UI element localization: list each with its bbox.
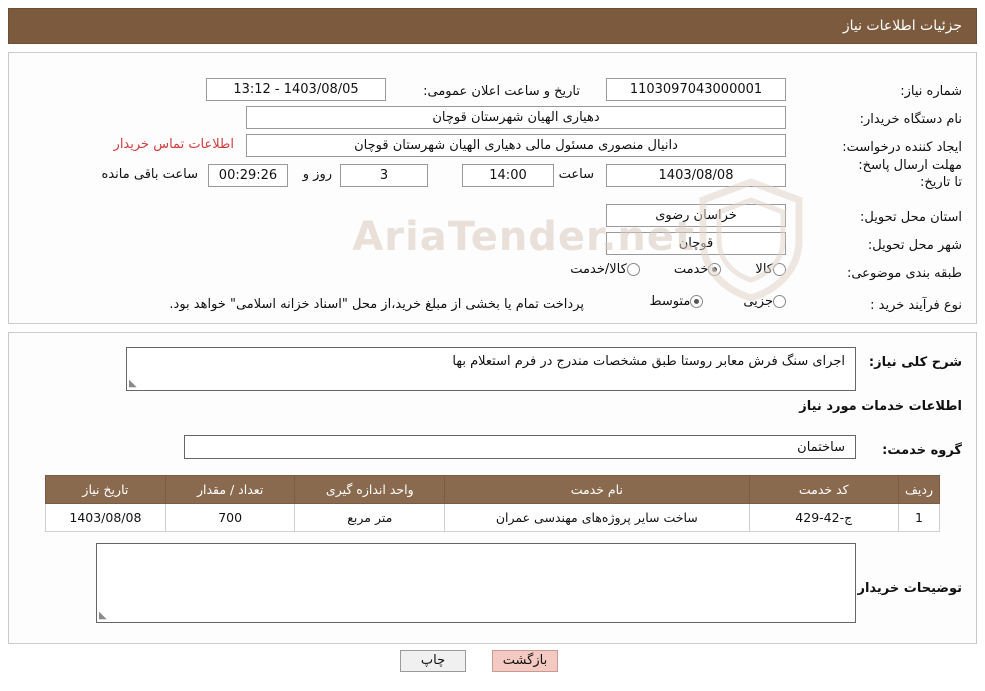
province-label: استان محل تحویل: — [860, 209, 962, 225]
resize-handle-icon[interactable]: ◣ — [129, 379, 139, 389]
back-button[interactable]: بازگشت — [492, 650, 558, 672]
remaining-days-label: روز و — [302, 167, 332, 182]
cell-date: 1403/08/08 — [45, 503, 166, 532]
services-section-title: اطلاعات خدمات مورد نیاز — [799, 399, 962, 414]
province-value: خراسان رضوی — [606, 204, 786, 227]
cell-unit: متر مربع — [294, 503, 446, 532]
requester-label-row: ایجاد کننده درخواست: — [842, 135, 962, 159]
category-label-khedmat: خدمت — [673, 262, 709, 277]
th-code: کد خدمت — [748, 475, 899, 504]
deadline-date-value: 1403/08/08 — [606, 164, 786, 187]
cell-code: ج-42-429 — [748, 503, 899, 532]
process-radio-group[interactable]: جزیی متوسط — [639, 294, 786, 309]
service-group-value: ساختمان — [184, 435, 856, 459]
th-unit: واحد اندازه گیری — [294, 475, 446, 504]
services-table: ردیف کد خدمت نام خدمت واحد اندازه گیری ت… — [45, 475, 941, 532]
category-label: طبقه بندی موضوعی: — [846, 265, 962, 281]
announce-datetime-label-row: تاریخ و ساعت اعلان عمومی: — [423, 79, 580, 103]
deadline-hour-label: ساعت — [558, 167, 594, 182]
need-number-value: 1103097043000001 — [606, 78, 786, 101]
category-radio-group[interactable]: کالا خدمت کالا/خدمت — [560, 262, 786, 277]
process-label-jozei: جزیی — [743, 294, 773, 309]
process-note: پرداخت تمام یا بخشی از مبلغ خرید،از محل … — [169, 297, 584, 312]
deadline-label: مهلت ارسال پاسخ: تا تاریخ: — [858, 158, 962, 190]
buyer-org-value: دهیاری الهیان شهرستان قوچان — [246, 106, 786, 129]
page-root: جزئیات اطلاعات نیاز شماره نیاز: 11030970… — [0, 0, 985, 691]
cell-row: 1 — [897, 503, 941, 532]
city-value: قوچان — [606, 232, 786, 255]
general-desc-label: شرح کلی نیاز: — [868, 355, 962, 370]
buyer-contact-link[interactable]: اطلاعات تماس خریدار — [114, 137, 234, 152]
table-row: 1 ج-42-429 ساخت سایر پروژه‌های مهندسی عم… — [45, 503, 941, 532]
buyer-notes-value[interactable]: ◣ — [96, 543, 856, 623]
process-type-label: نوع فرآیند خرید : — [870, 297, 962, 313]
announce-datetime-value: 13:12 - 1403/08/05 — [206, 78, 386, 101]
category-label-row: طبقه بندی موضوعی: — [847, 261, 962, 285]
need-number-label: شماره نیاز: — [900, 83, 962, 99]
category-label-kala-khedmat: کالا/خدمت — [570, 262, 627, 277]
countdown-label: ساعت باقی مانده — [101, 167, 198, 182]
deadline-time-value: 14:00 — [462, 164, 554, 187]
city-label-row: شهر محل تحویل: — [868, 233, 962, 257]
city-label: شهر محل تحویل: — [867, 237, 962, 253]
cell-name: ساخت سایر پروژه‌های مهندسی عمران — [444, 503, 750, 532]
process-label-motevaset: متوسط — [649, 294, 691, 309]
process-radio-motevaset[interactable] — [690, 295, 704, 308]
print-button[interactable]: چاپ — [400, 650, 466, 672]
remaining-days-value: 3 — [340, 164, 428, 187]
buyer-org-label: نام دستگاه خریدار: — [859, 111, 962, 127]
buyer-notes-label: توضیحات خریدار; — [852, 581, 962, 596]
requester-label: ایجاد کننده درخواست: — [842, 139, 962, 155]
process-radio-jozei[interactable] — [773, 295, 786, 308]
category-radio-khedmat[interactable] — [708, 263, 722, 276]
countdown-value: 00:29:26 — [208, 164, 288, 187]
category-radio-kala[interactable] — [773, 263, 786, 276]
announce-datetime-label: تاریخ و ساعت اعلان عمومی: — [423, 83, 580, 99]
cell-qty: 700 — [164, 503, 296, 532]
th-name: نام خدمت — [444, 475, 750, 504]
page-header: جزئیات اطلاعات نیاز — [8, 8, 977, 44]
need-number-label-row: شماره نیاز: — [842, 79, 962, 103]
service-group-label: گروه خدمت: — [882, 443, 962, 458]
th-qty: تعداد / مقدار — [164, 475, 296, 504]
category-radio-kala-khedmat[interactable] — [626, 263, 640, 276]
requester-value: دانیال منصوری مسئول مالی دهیاری الهیان ش… — [246, 134, 786, 157]
th-row: ردیف — [897, 475, 941, 504]
resize-handle-icon-2[interactable]: ◣ — [99, 611, 109, 621]
process-label-row: نوع فرآیند خرید : — [870, 293, 962, 317]
general-desc-value[interactable]: اجرای سنگ فرش معابر روستا طبق مشخصات مند… — [126, 347, 856, 391]
deadline-label-row: مهلت ارسال پاسخ: تا تاریخ: — [842, 157, 962, 191]
province-label-row: استان محل تحویل: — [860, 205, 962, 229]
need-details-panel: شرح کلی نیاز: اجرای سنگ فرش معابر روستا … — [8, 332, 977, 644]
th-date: تاریخ نیاز — [45, 475, 166, 504]
category-label-kala: کالا — [755, 262, 773, 277]
buyer-org-label-row: نام دستگاه خریدار: — [860, 107, 962, 131]
page-title: جزئیات اطلاعات نیاز — [842, 18, 962, 34]
need-summary-panel: شماره نیاز: 1103097043000001 تاریخ و ساع… — [8, 52, 977, 324]
general-desc-text: اجرای سنگ فرش معابر روستا طبق مشخصات مند… — [452, 354, 845, 369]
table-header-row: ردیف کد خدمت نام خدمت واحد اندازه گیری ت… — [45, 475, 941, 504]
